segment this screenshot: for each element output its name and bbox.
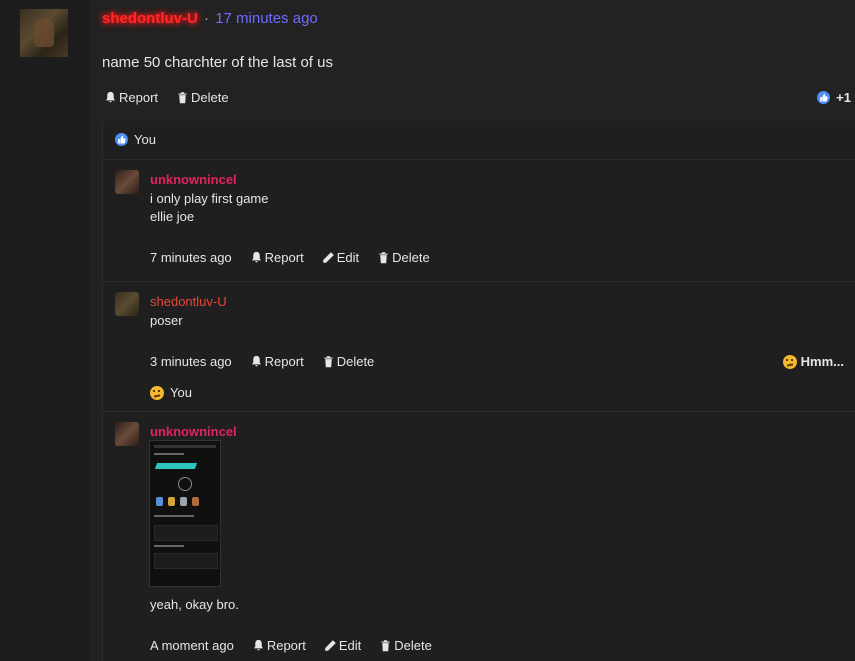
- post-username[interactable]: shedontluv-U: [102, 10, 198, 27]
- report-label: Report: [266, 638, 306, 653]
- post-time-link[interactable]: 17 minutes ago: [215, 10, 318, 27]
- pencil-icon: [325, 640, 336, 651]
- thinking-emoji-icon: [150, 385, 164, 400]
- trash-icon: [381, 640, 390, 652]
- attached-screenshot-image[interactable]: [149, 440, 221, 587]
- reply-item: unknownincel i only play first game elli…: [103, 159, 855, 281]
- report-button[interactable]: Report: [104, 90, 158, 105]
- delete-label: Delete: [191, 90, 229, 105]
- report-label: Report: [119, 90, 159, 105]
- post-text: name 50 charchter of the last of us: [102, 54, 333, 71]
- left-gutter: [0, 0, 90, 661]
- trash-icon: [178, 92, 187, 104]
- reply-actions: 3 minutes ago Report Delete: [150, 354, 374, 369]
- separator: ·: [204, 10, 210, 27]
- avatar[interactable]: [115, 292, 139, 316]
- delete-label: Delete: [336, 354, 375, 369]
- post-actions: Report Delete: [104, 90, 229, 105]
- delete-button[interactable]: Delete: [322, 354, 375, 369]
- reaction-hmm[interactable]: Hmm...: [782, 354, 844, 369]
- delete-label: Delete: [394, 638, 432, 653]
- comment-thread: You unknownincel i only play first game …: [102, 121, 855, 661]
- thinking-emoji-icon: [782, 354, 797, 369]
- reply-text-line: i only play first game: [150, 191, 269, 206]
- delete-label: Delete: [392, 250, 430, 265]
- like-icon: [817, 91, 831, 104]
- avatar[interactable]: [20, 9, 68, 57]
- reply-username[interactable]: shedontluv-U: [150, 294, 227, 309]
- pencil-icon: [322, 252, 334, 263]
- edit-button[interactable]: Edit: [322, 250, 359, 265]
- edit-button[interactable]: Edit: [324, 638, 361, 653]
- delete-button[interactable]: Delete: [377, 250, 430, 265]
- reply-time[interactable]: 7 minutes ago: [150, 250, 232, 265]
- bell-icon: [253, 639, 263, 651]
- report-button[interactable]: Report: [250, 354, 304, 369]
- bell-icon: [106, 91, 115, 103]
- bell-icon: [251, 355, 261, 367]
- edit-label: Edit: [338, 638, 362, 653]
- trash-icon: [324, 356, 333, 368]
- reply-text-line: ellie joe: [150, 209, 195, 224]
- delete-button[interactable]: Delete: [379, 638, 432, 653]
- report-label: Report: [264, 250, 304, 265]
- avatar[interactable]: [115, 422, 139, 446]
- reply-username[interactable]: unknownincel: [150, 424, 237, 439]
- report-button[interactable]: Report: [250, 250, 304, 265]
- reply-time[interactable]: 3 minutes ago: [150, 354, 232, 369]
- reacted-by-label: You: [170, 385, 192, 400]
- reply-text: poser: [150, 312, 183, 330]
- like-icon: [115, 133, 128, 146]
- reacted-by-label: You: [134, 132, 156, 147]
- reply-text: i only play first game ellie joe: [150, 190, 269, 226]
- post-reacted-by[interactable]: You: [115, 132, 156, 147]
- reply-text-line: yeah, okay bro.: [150, 597, 239, 612]
- avatar[interactable]: [115, 170, 139, 194]
- report-button[interactable]: Report: [252, 638, 306, 653]
- delete-button[interactable]: Delete: [176, 90, 229, 105]
- reaction-count[interactable]: +1: [817, 90, 851, 105]
- reply-username[interactable]: unknownincel: [150, 172, 237, 187]
- post-header: shedontluv-U · 17 minutes ago: [102, 10, 318, 27]
- reply-item: unknownincel yeah, okay bro. A moment ag…: [103, 411, 855, 661]
- bell-icon: [251, 251, 261, 263]
- reply-actions: A moment ago Report Edit Delete: [150, 638, 432, 653]
- report-label: Report: [264, 354, 304, 369]
- trash-icon: [379, 252, 388, 264]
- reaction-count-label: +1: [836, 90, 851, 105]
- reaction-hmm-label: Hmm...: [800, 354, 844, 369]
- edit-label: Edit: [336, 250, 360, 265]
- reply-item: shedontluv-U poser 3 minutes ago Report …: [103, 281, 855, 411]
- reply-time[interactable]: A moment ago: [150, 638, 234, 653]
- reply-text-line: poser: [150, 313, 183, 328]
- reply-text: yeah, okay bro.: [150, 596, 239, 614]
- reply-actions: 7 minutes ago Report Edit Delete: [150, 250, 430, 265]
- reply-reacted-by[interactable]: You: [150, 385, 192, 400]
